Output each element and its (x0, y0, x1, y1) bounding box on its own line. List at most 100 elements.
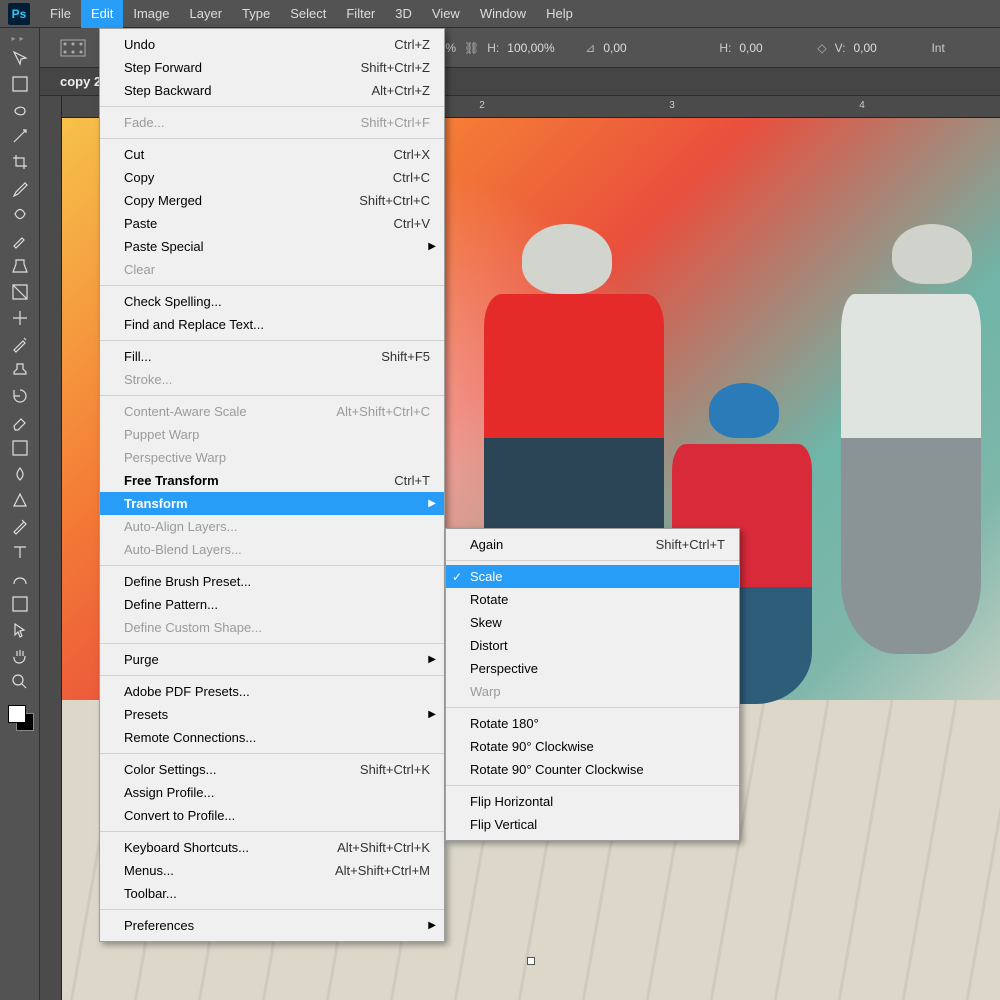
submenu-arrow-icon: ▶ (428, 709, 436, 720)
edit-menu-item[interactable]: Transform▶ (100, 492, 444, 515)
edit-menu-item[interactable]: Keyboard Shortcuts...Alt+Shift+Ctrl+K (100, 836, 444, 859)
edit-menu-item[interactable]: Define Brush Preset... (100, 570, 444, 593)
edit-menu-item[interactable]: Copy MergedShift+Ctrl+C (100, 189, 444, 212)
tool-crop[interactable] (5, 149, 35, 175)
transform-menu-item[interactable]: Rotate (446, 588, 739, 611)
color-swatch[interactable] (6, 703, 34, 731)
tool-move[interactable] (5, 45, 35, 71)
tool-pen-brush[interactable] (5, 331, 35, 357)
interp-label[interactable]: Int (931, 41, 944, 55)
menu-item-label: Perspective (470, 661, 725, 676)
menu-item-label: Define Brush Preset... (124, 574, 430, 589)
edit-menu-item[interactable]: Menus...Alt+Shift+Ctrl+M (100, 859, 444, 882)
transform-handle[interactable] (527, 957, 535, 965)
menu-item-label: Fill... (124, 349, 381, 364)
transform-menu-item[interactable]: Rotate 90° Counter Clockwise (446, 758, 739, 781)
menu-item-label: Step Forward (124, 60, 361, 75)
edit-menu-item[interactable]: Step ForwardShift+Ctrl+Z (100, 56, 444, 79)
menu-file[interactable]: File (40, 0, 81, 28)
menu-item-label: Transform (124, 496, 430, 511)
transform-menu-item[interactable]: ✓Scale (446, 565, 739, 588)
edit-menu-item[interactable]: CopyCtrl+C (100, 166, 444, 189)
edit-menu-item[interactable]: Free TransformCtrl+T (100, 469, 444, 492)
menu-item-label: Paste Special (124, 239, 430, 254)
tool-gradient[interactable] (5, 435, 35, 461)
tool-crossarrow[interactable] (5, 305, 35, 331)
edit-menu-item[interactable]: Toolbar... (100, 882, 444, 905)
edit-menu-item[interactable]: Find and Replace Text... (100, 313, 444, 336)
tool-pen[interactable] (5, 513, 35, 539)
transform-menu-item[interactable]: Rotate 180° (446, 712, 739, 735)
transform-menu-item[interactable]: Perspective (446, 657, 739, 680)
edit-menu-item[interactable]: Purge▶ (100, 648, 444, 671)
tool-pointer[interactable] (5, 617, 35, 643)
tool-eraser[interactable] (5, 409, 35, 435)
transform-menu-item[interactable]: Distort (446, 634, 739, 657)
skew-h-input[interactable] (739, 41, 809, 55)
edit-menu-item[interactable]: Step BackwardAlt+Ctrl+Z (100, 79, 444, 102)
edit-menu-item[interactable]: Preferences▶ (100, 914, 444, 937)
edit-menu-item[interactable]: CutCtrl+X (100, 143, 444, 166)
menu-item-shortcut: Alt+Shift+Ctrl+C (336, 404, 430, 419)
tool-history[interactable] (5, 383, 35, 409)
tool-blur[interactable] (5, 461, 35, 487)
height-pct-input[interactable] (507, 41, 577, 55)
transform-menu-item[interactable]: Skew (446, 611, 739, 634)
edit-menu-item[interactable]: Convert to Profile... (100, 804, 444, 827)
tool-wand[interactable] (5, 123, 35, 149)
transform-menu-item[interactable]: Flip Vertical (446, 813, 739, 836)
menu-item-shortcut: Ctrl+V (394, 216, 430, 231)
tool-clone[interactable] (5, 253, 35, 279)
angle-input[interactable] (603, 41, 673, 55)
tool-path[interactable] (5, 565, 35, 591)
edit-menu-item[interactable]: Define Pattern... (100, 593, 444, 616)
menu-select[interactable]: Select (280, 0, 336, 28)
menu-image[interactable]: Image (123, 0, 179, 28)
edit-menu-item[interactable]: PasteCtrl+V (100, 212, 444, 235)
transform-menu-item[interactable]: AgainShift+Ctrl+T (446, 533, 739, 556)
edit-menu-item[interactable]: Paste Special▶ (100, 235, 444, 258)
tool-hand[interactable] (5, 643, 35, 669)
edit-menu-item[interactable]: Presets▶ (100, 703, 444, 726)
tool-type[interactable] (5, 539, 35, 565)
menu-layer[interactable]: Layer (180, 0, 233, 28)
edit-menu-item[interactable]: Remote Connections... (100, 726, 444, 749)
artwork-helmet (709, 383, 779, 438)
tool-eyedropper[interactable] (5, 175, 35, 201)
menu-window[interactable]: Window (470, 0, 536, 28)
edit-menu-item[interactable]: UndoCtrl+Z (100, 33, 444, 56)
menu-filter[interactable]: Filter (336, 0, 385, 28)
tool-marquee-sel[interactable] (5, 279, 35, 305)
transform-menu-item[interactable]: Rotate 90° Clockwise (446, 735, 739, 758)
tools-panel: ▸▸ (0, 28, 40, 1000)
edit-menu-item[interactable]: Color Settings...Shift+Ctrl+K (100, 758, 444, 781)
edit-menu-item[interactable]: Fill...Shift+F5 (100, 345, 444, 368)
menu-edit[interactable]: Edit (81, 0, 123, 28)
ruler-vertical[interactable] (40, 96, 62, 1000)
menu-help[interactable]: Help (536, 0, 583, 28)
tool-marquee[interactable] (5, 71, 35, 97)
submenu-arrow-icon: ▶ (428, 654, 436, 665)
artwork-figure (841, 294, 981, 654)
tool-brush[interactable] (5, 227, 35, 253)
tool-healing[interactable] (5, 201, 35, 227)
skew-v-input[interactable] (853, 41, 923, 55)
menu-view[interactable]: View (422, 0, 470, 28)
edit-menu-item[interactable]: Adobe PDF Presets... (100, 680, 444, 703)
tool-shape[interactable] (5, 591, 35, 617)
panel-grip-icon[interactable]: ▸▸ (11, 34, 27, 43)
menu-3d[interactable]: 3D (385, 0, 422, 28)
menu-type[interactable]: Type (232, 0, 280, 28)
edit-menu-item[interactable]: Check Spelling... (100, 290, 444, 313)
link-icon[interactable]: ⛓ (464, 41, 479, 55)
reference-point-icon[interactable] (60, 39, 86, 57)
tool-lasso[interactable] (5, 97, 35, 123)
menu-item-label: Check Spelling... (124, 294, 430, 309)
menu-item-label: Remote Connections... (124, 730, 430, 745)
menu-item-label: Rotate 90° Counter Clockwise (470, 762, 725, 777)
transform-menu-item[interactable]: Flip Horizontal (446, 790, 739, 813)
tool-zoom[interactable] (5, 669, 35, 695)
tool-dodge[interactable] (5, 487, 35, 513)
tool-stamp[interactable] (5, 357, 35, 383)
edit-menu-item[interactable]: Assign Profile... (100, 781, 444, 804)
